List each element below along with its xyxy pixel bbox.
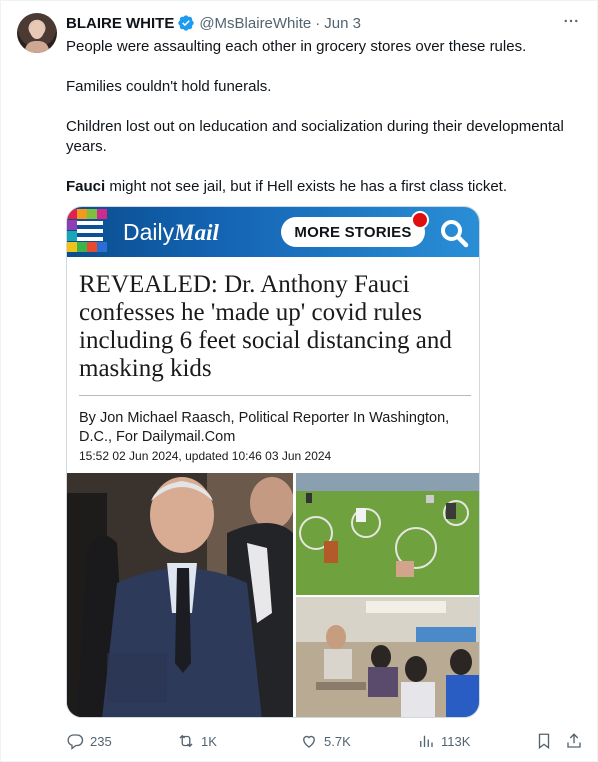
avatar-body [25,41,49,53]
dailymail-logo: DailyMail [123,219,219,246]
menu-icon [67,207,107,257]
photo-fauci-drawing [67,473,293,717]
tweet-text: People were assaulting each other in gro… [66,37,581,197]
bookmark-button[interactable] [535,729,559,753]
like-count: 5.7K [324,733,351,749]
bookmark-icon [538,733,550,750]
share-icon [567,733,581,748]
photo-classroom-drawing [296,597,479,717]
views-count: 113K [441,733,471,749]
share-button[interactable] [565,729,589,753]
article-screenshot-image[interactable]: DailyMail MORE STORIES REVEALED: Dr. Ant… [66,206,480,718]
views-button[interactable]: 113K [417,729,470,753]
article-timestamp: 15:52 02 Jun 2024, updated 10:46 03 Jun … [79,449,332,463]
repost-count: 1K [201,733,217,749]
reply-count: 235 [90,733,112,749]
logo-daily: Daily [123,219,175,245]
more-options-icon[interactable] [561,11,581,31]
notification-dot [411,211,429,229]
tweet-line: Children lost out on leducation and soci… [66,118,564,155]
repost-icon [179,734,193,748]
author-name[interactable]: BLAIRE WHITE [66,15,174,32]
logo-mail: Mail [174,220,219,245]
photo-park-distancing [296,473,479,595]
verified-badge-icon [178,15,195,31]
reply-button[interactable]: 235 [66,729,112,753]
tweet-date[interactable]: Jun 3 [324,15,361,32]
more-stories-button: MORE STORIES [281,217,425,247]
article-headline: REVEALED: Dr. Anthony Fauci confesses he… [79,271,452,382]
article-photos [67,473,479,717]
separator-dot: · [315,14,321,32]
tweet-header: BLAIRE WHITE @MsBlaireWhite · Jun 3 [66,13,361,33]
avatar[interactable] [17,13,57,53]
like-button[interactable]: 5.7K [300,729,351,753]
action-bar: 235 1K 5.7K 113K [66,729,586,753]
reply-icon [67,734,84,750]
heart-icon [303,735,315,748]
author-handle[interactable]: @MsBlaireWhite [199,15,311,32]
avatar-face [30,21,44,39]
tweet-line: Families couldn't hold funerals. [66,78,272,95]
photo-fauci [67,473,293,717]
dailymail-header-bar: DailyMail MORE STORIES [67,207,479,257]
tweet[interactable]: BLAIRE WHITE @MsBlaireWhite · Jun 3 Peop… [0,0,598,762]
tweet-bold-word: Fauci [66,178,106,195]
repost-button[interactable]: 1K [177,729,217,753]
tweet-line-rest: might not see jail, but if Hell exists h… [105,178,508,195]
views-icon [420,735,433,747]
photo-classroom-masks [296,597,479,717]
tweet-line: People were assaulting each other in gro… [66,38,527,55]
photo-park-drawing [296,473,479,595]
tweet-line-last: Fauci might not see jail, but if Hell ex… [66,177,581,197]
article-byline: By Jon Michael Raasch, Political Reporte… [79,410,450,445]
search-icon [441,220,469,248]
divider [79,395,471,396]
